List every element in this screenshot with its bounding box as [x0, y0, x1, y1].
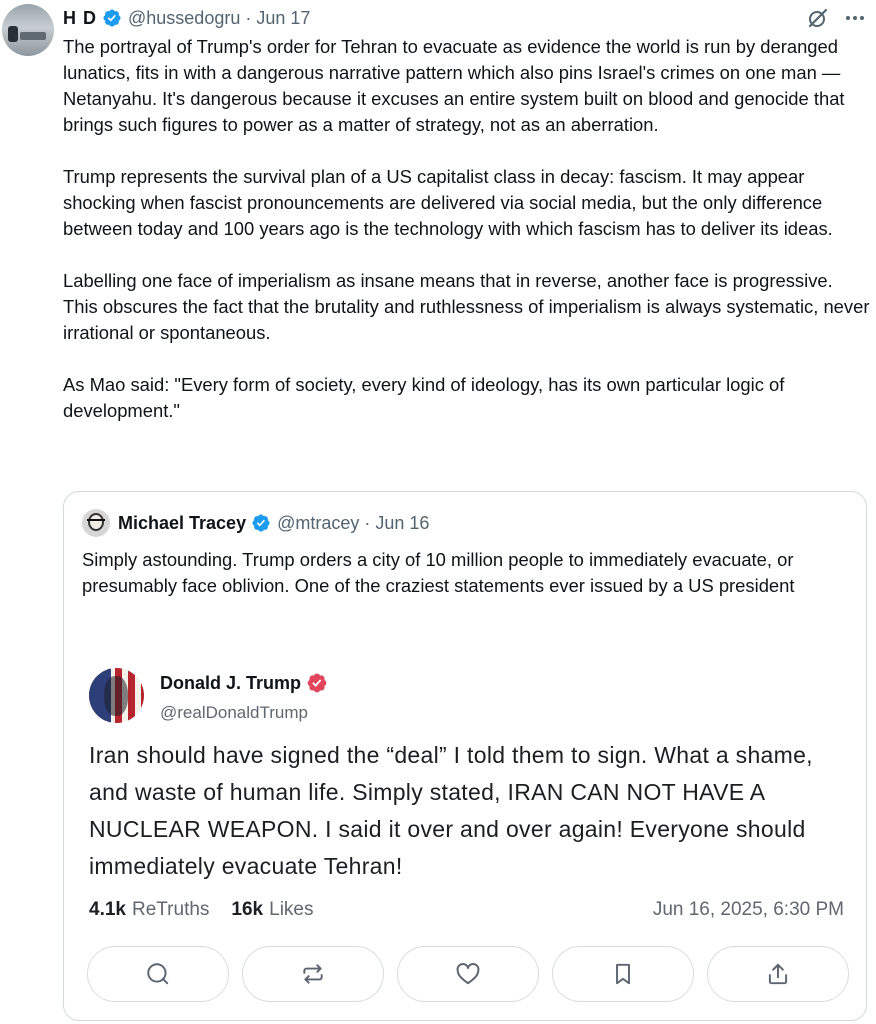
truth-action-bar — [87, 946, 849, 1002]
share-button — [707, 946, 849, 1002]
truth-timestamp: Jun 16, 2025, 6:30 PM — [652, 899, 844, 920]
bookmark-button — [552, 946, 694, 1002]
truth-stats: 4.1k ReTruths 16k Likes — [89, 899, 313, 921]
likes-count: 16k — [231, 899, 264, 920]
truth-author-avatar — [89, 668, 144, 723]
retruth-icon — [303, 964, 323, 984]
quote-author-handle[interactable]: @mtracey — [277, 513, 359, 534]
grok-icon[interactable] — [806, 6, 830, 30]
separator-dot: · — [245, 7, 252, 28]
like-button — [397, 946, 539, 1002]
retruths-count: 4.1k — [89, 899, 126, 920]
share-icon — [768, 963, 788, 985]
tweet-top-actions — [806, 6, 866, 30]
truth-author-handle: @realDonaldTrump — [160, 703, 308, 722]
bookmark-icon — [616, 963, 630, 985]
reply-icon — [147, 963, 169, 985]
quote-body-text: Simply astounding. Trump orders a city o… — [82, 549, 795, 596]
quote-header: Michael Tracey @mtracey · Jun 16 — [82, 509, 429, 537]
truth-author-name-row: Donald J. Trump — [160, 672, 328, 694]
author-avatar[interactable] — [2, 4, 54, 56]
tweet-body-text: The portrayal of Trump's order for Tehra… — [63, 36, 870, 421]
truth-author-name: Donald J. Trump — [160, 672, 302, 693]
truth-body-text: Iran should have signed the “deal” I tol… — [89, 742, 813, 879]
quote-author-avatar[interactable] — [82, 509, 110, 537]
tweet-date[interactable]: Jun 17 — [256, 8, 310, 29]
quote-author-name[interactable]: Michael Tracey — [118, 513, 246, 534]
retruth-button — [242, 946, 384, 1002]
verified-badge-icon — [103, 9, 121, 27]
tweet-header: H D @hussedogru · Jun 17 — [63, 6, 310, 30]
retruths-label: ReTruths — [131, 899, 210, 920]
like-icon — [456, 963, 480, 985]
quoted-tweet-card[interactable]: Michael Tracey @mtracey · Jun 16 Simply … — [63, 491, 867, 1021]
verified-badge-icon — [252, 514, 270, 532]
likes-label: Likes — [269, 899, 314, 920]
separator-dot: · — [364, 512, 371, 533]
verified-badge-icon — [307, 673, 327, 693]
quote-date[interactable]: Jun 16 — [375, 513, 429, 534]
reply-button — [87, 946, 229, 1002]
author-name[interactable]: H D — [63, 8, 97, 29]
author-handle[interactable]: @hussedogru — [128, 8, 240, 29]
more-options-icon[interactable] — [844, 6, 866, 30]
